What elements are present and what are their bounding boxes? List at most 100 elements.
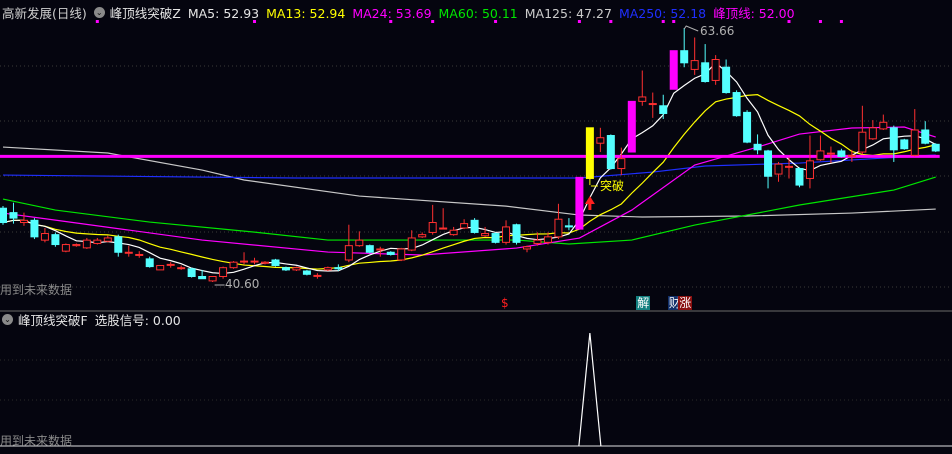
candle [764, 150, 773, 177]
candle [910, 129, 919, 156]
sub-header: ⌄ 峰顶线突破F 选股信号: 0.00 [2, 308, 188, 330]
candle [313, 274, 322, 277]
candle [596, 137, 605, 144]
candle [208, 275, 217, 282]
candle [554, 218, 563, 238]
candle [470, 219, 479, 233]
ma-value-1: MA13: 52.94 [266, 5, 346, 21]
candle [659, 105, 668, 114]
sub-indicator-name[interactable]: 峰顶线突破F [18, 310, 88, 329]
candle [460, 223, 469, 229]
signal-value: 选股信号: 0.00 [94, 312, 181, 328]
candle [281, 267, 290, 271]
candle [722, 66, 731, 94]
top-marker [839, 20, 843, 23]
candle [261, 261, 269, 264]
candle [114, 236, 123, 253]
candle [753, 143, 762, 151]
breakout-label: 突破 [600, 179, 625, 193]
candle [743, 111, 752, 143]
candle [617, 158, 626, 170]
candle [533, 239, 542, 244]
candle [491, 233, 500, 243]
ma-value-0: MA5: 52.93 [187, 5, 260, 21]
candle [355, 239, 364, 247]
candle [376, 248, 385, 251]
indicator-toggle-icon[interactable]: ⌄ [93, 6, 105, 18]
candle [386, 251, 395, 255]
candle [900, 139, 909, 150]
candle [323, 267, 332, 271]
future-data-note: 用到未来数据 [0, 283, 73, 297]
future-data-note-sub: 用到未来数据 [0, 434, 73, 448]
breakout-arrow-icon [584, 196, 595, 210]
candle [334, 267, 343, 270]
candle [439, 227, 448, 230]
candle [271, 259, 280, 266]
sub-indicator-toggle-icon[interactable]: ⌄ [2, 313, 13, 325]
main-header: 高新发展(日线) ⌄ 峰顶线突破Z MA5: 52.93 MA13: 52.94 M… [2, 1, 802, 23]
signal-badge[interactable]: $ [500, 296, 510, 310]
candle [774, 163, 783, 175]
candle [638, 96, 647, 102]
candle [701, 62, 710, 83]
candle [805, 160, 814, 179]
candle [732, 92, 741, 117]
candle [51, 234, 60, 246]
candle [680, 50, 689, 64]
candle [879, 121, 888, 130]
candle [690, 60, 699, 70]
candle [837, 150, 846, 157]
top-marker [818, 20, 822, 23]
candle [344, 245, 353, 261]
price-chart[interactable] [0, 0, 952, 454]
candle [502, 226, 511, 243]
candle [219, 267, 228, 277]
candle [407, 237, 416, 251]
candle [449, 229, 458, 236]
candle [575, 176, 584, 230]
ma24-line [2, 126, 936, 256]
candle [9, 212, 18, 219]
candle [795, 168, 804, 186]
candle [826, 152, 835, 155]
candle [19, 219, 28, 224]
ma60-line [2, 176, 936, 245]
candle [93, 239, 102, 244]
candle [816, 150, 825, 161]
candle [921, 129, 930, 144]
low-price-label: 40.60 [225, 277, 260, 291]
ma-value-6: 峰顶线: 52.00 [713, 5, 795, 21]
ma-value-4: MA125: 47.27 [524, 5, 612, 21]
candle [397, 248, 406, 261]
candle [365, 245, 374, 253]
candle [156, 264, 165, 271]
candle [198, 275, 207, 280]
candle [187, 268, 196, 277]
candle [292, 267, 301, 271]
signal-spike [578, 332, 602, 447]
stock-title: 高新发展(日线) [2, 5, 87, 21]
signal-badge[interactable]: 解 [636, 296, 651, 310]
candle [889, 127, 898, 151]
candle [564, 225, 573, 228]
candle [135, 253, 144, 256]
candle [145, 258, 154, 268]
candle [847, 154, 856, 157]
candle [418, 234, 427, 238]
ma-value-5: MA250: 52.18 [618, 5, 707, 21]
candle [711, 59, 720, 81]
candle [103, 237, 112, 242]
candle [648, 103, 657, 106]
indicator-name[interactable]: 峰顶线突破Z [110, 3, 181, 22]
signal-badge[interactable]: 涨 [678, 296, 693, 310]
candle [240, 260, 249, 263]
candle [785, 165, 793, 168]
candle [627, 100, 636, 153]
candle [481, 233, 490, 237]
candle [858, 131, 867, 153]
candle [250, 260, 259, 263]
ma-values: MA5: 52.93 MA13: 52.94 MA24: 53.69 MA60: 50… [188, 3, 802, 22]
candle [669, 50, 678, 90]
candle [606, 135, 615, 170]
